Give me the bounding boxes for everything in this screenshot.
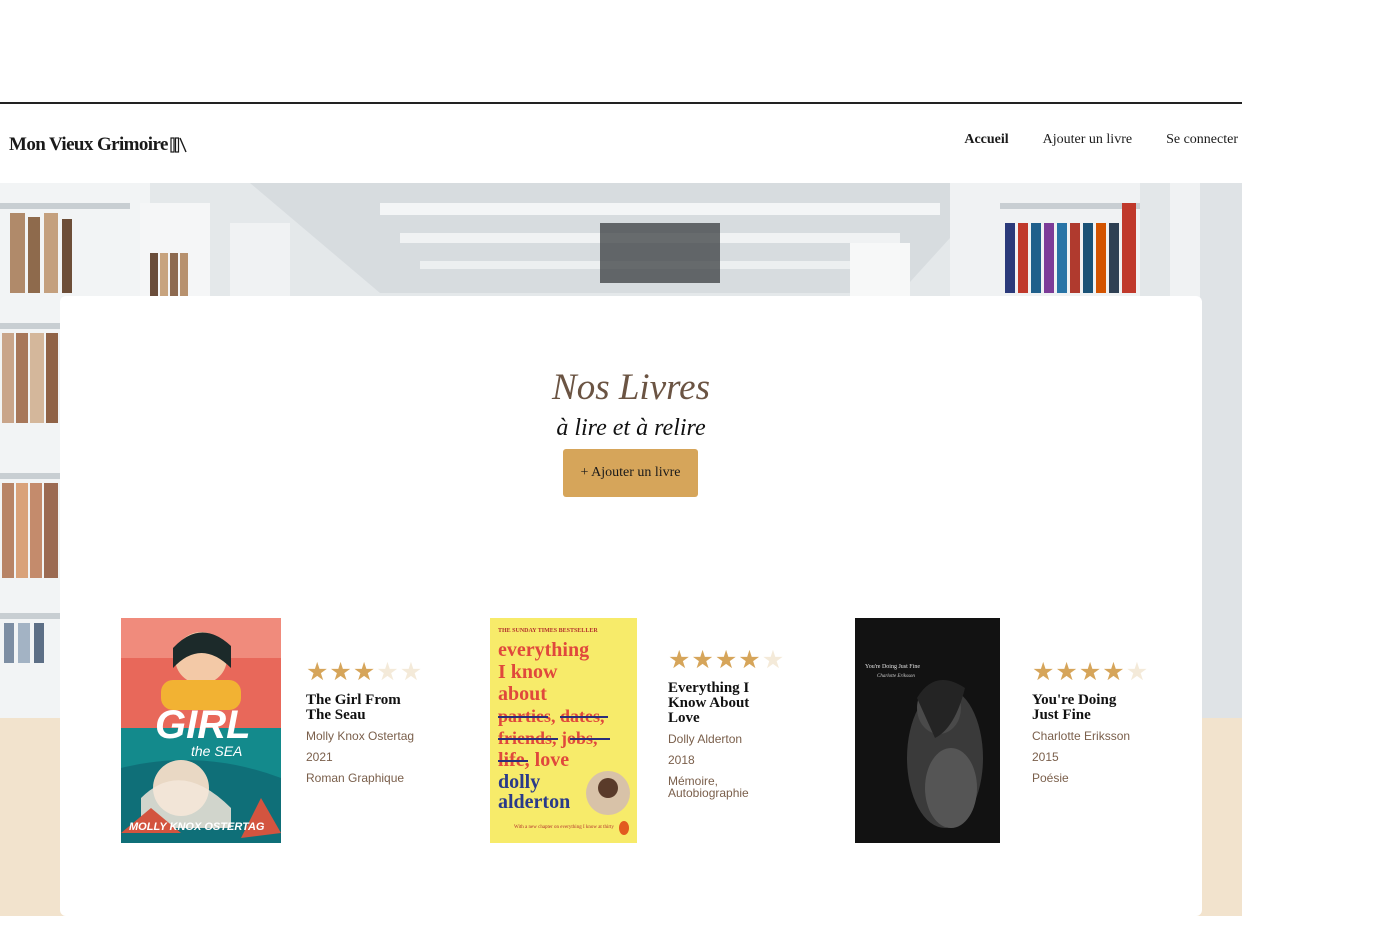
book-card[interactable]: GIRL the SEA MOLLY KNOX OSTERTAG ★ ★ ★ ★ ★ T… — [121, 618, 422, 843]
star-empty-icon: ★ — [761, 647, 785, 674]
star-filled-icon: ★ — [691, 647, 714, 674]
star-filled-icon: ★ — [306, 659, 329, 686]
cover-line-text: about — [498, 683, 547, 705]
cover-title-text: You're Doing Just Fine — [865, 664, 920, 670]
star-filled-icon: ★ — [1078, 659, 1102, 686]
star-filled-icon: ★ — [1102, 659, 1125, 686]
book-cover-art: THE SUNDAY TIMES BESTSELLER everything I… — [490, 618, 637, 843]
book-author: Molly Knox Ostertag — [306, 729, 415, 743]
page-title: Nos Livres — [552, 367, 710, 408]
book-cover[interactable]: THE SUNDAY TIMES BESTSELLER everything I… — [490, 618, 637, 843]
book-year: 2015 — [1032, 750, 1059, 764]
star-filled-icon: ★ — [1055, 659, 1078, 686]
nav-se-connecter[interactable]: Se connecter — [1166, 132, 1238, 148]
cover-author-line: alderton — [498, 791, 570, 813]
star-empty-icon: ★ — [399, 659, 423, 686]
books-card: Nos Livres à lire et à relire + Ajouter … — [60, 296, 1202, 916]
book-cover-art: You're Doing Just Fine Charlotte Eriksso… — [855, 618, 1000, 843]
book-title[interactable]: You're Doing Just Fine — [1032, 693, 1142, 723]
rating-stars: ★ ★ ★ ★ ★ — [668, 648, 784, 673]
nav-ajouter-livre[interactable]: Ajouter un livre — [1043, 132, 1132, 148]
books-icon — [170, 137, 187, 153]
cover-line-text: everything — [498, 639, 589, 661]
star-filled-icon: ★ — [714, 647, 738, 674]
book-card[interactable]: You're Doing Just Fine Charlotte Eriksso… — [855, 618, 1148, 843]
book-cover-art: GIRL the SEA MOLLY KNOX OSTERTAG — [121, 618, 281, 843]
book-card[interactable]: THE SUNDAY TIMES BESTSELLER everything I… — [490, 618, 784, 843]
main-nav: Accueil Ajouter un livre Se connecter — [964, 132, 1238, 148]
logo-text: Mon Vieux Grimoire — [9, 134, 168, 155]
book-cover[interactable]: GIRL the SEA MOLLY KNOX OSTERTAG — [121, 618, 281, 843]
rating-stars: ★ ★ ★ ★ ★ — [306, 660, 422, 685]
book-year: 2021 — [306, 750, 333, 764]
book-author: Dolly Alderton — [668, 732, 743, 746]
star-filled-icon: ★ — [352, 659, 376, 686]
book-genre: Roman Graphique — [306, 771, 405, 785]
cover-subtitle-text: the SEA — [191, 743, 242, 759]
book-year: 2018 — [668, 753, 695, 767]
cover-footer-text: With a new chapter on everything I know … — [514, 825, 614, 830]
add-book-button[interactable]: + Ajouter un livre — [563, 449, 698, 497]
page: Mon Vieux Grimoire Accueil Ajouter un li… — [0, 0, 1388, 936]
book-title[interactable]: Everything I Know About Love — [668, 681, 778, 726]
page-subtitle: à lire et à relire — [556, 415, 706, 441]
book-info: ★ ★ ★ ★ ★ The Girl From The Seau Molly Knox … — [306, 660, 422, 784]
nav-accueil[interactable]: Accueil — [964, 132, 1008, 148]
site-header: Mon Vieux Grimoire Accueil Ajouter un li… — [0, 102, 1242, 183]
star-filled-icon: ★ — [668, 647, 691, 674]
book-author: Charlotte Eriksson — [1032, 729, 1131, 743]
book-genre: Mémoire, Autobiographie — [668, 774, 749, 800]
book-cover[interactable]: You're Doing Just Fine Charlotte Eriksso… — [855, 618, 1000, 843]
cover-author-line: dolly — [498, 771, 540, 793]
cover-line-text: I know — [498, 661, 558, 683]
logo[interactable]: Mon Vieux Grimoire — [9, 134, 188, 156]
cover-title-text: GIRL — [155, 703, 251, 747]
book-genre: Poésie — [1032, 771, 1069, 785]
star-empty-icon: ★ — [376, 659, 399, 686]
book-info: ★ ★ ★ ★ ★ You're Doing Just Fine Charlotte E… — [1032, 660, 1148, 784]
cover-author-text: Charlotte Eriksson — [877, 674, 915, 679]
cover-top-text: THE SUNDAY TIMES BESTSELLER — [498, 628, 598, 634]
star-filled-icon: ★ — [1032, 659, 1055, 686]
book-title[interactable]: The Girl From The Seau — [306, 693, 416, 723]
star-filled-icon: ★ — [738, 647, 761, 674]
rating-stars: ★ ★ ★ ★ ★ — [1032, 660, 1148, 685]
cover-author-text: MOLLY KNOX OSTERTAG — [129, 821, 265, 833]
star-filled-icon: ★ — [329, 659, 352, 686]
book-info: ★ ★ ★ ★ ★ Everything I Know About Love Dolly… — [668, 648, 784, 799]
star-empty-icon: ★ — [1125, 659, 1149, 686]
